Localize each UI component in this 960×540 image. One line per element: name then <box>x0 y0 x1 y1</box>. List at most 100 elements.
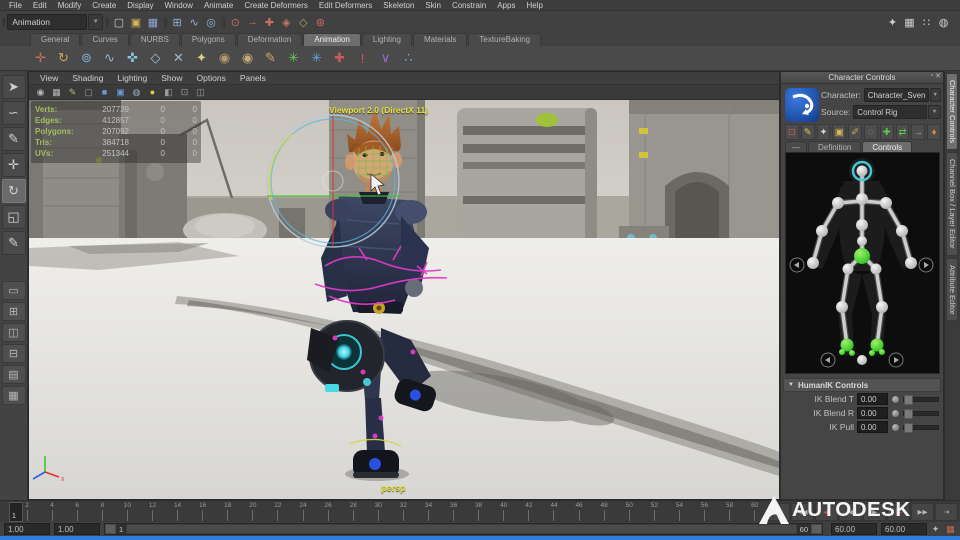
frame-tick[interactable]: 34 <box>424 502 434 522</box>
field-slider[interactable] <box>903 408 939 419</box>
shelf-icon[interactable]: ✛ <box>30 48 51 69</box>
menu-item[interactable]: Skin <box>420 1 446 10</box>
frame-tick[interactable]: 46 <box>574 502 584 522</box>
status-icon[interactable]: ◍ <box>935 14 952 31</box>
character-toolbar-icon[interactable]: ✦ <box>816 124 831 140</box>
menu-item[interactable]: Edit <box>28 1 52 10</box>
shelf-icon[interactable]: ✦ <box>191 48 212 69</box>
source-dropdown-arrow-icon[interactable]: ▼ <box>928 105 941 119</box>
frame-tick[interactable]: 50 <box>624 502 634 522</box>
character-toolbar-icon[interactable]: ◌ <box>863 124 878 140</box>
grip-handle[interactable]: || <box>0 17 7 28</box>
shelf-icon[interactable]: ! <box>352 48 373 69</box>
shelf-icon[interactable]: ✜ <box>122 48 143 69</box>
character-toolbar-icon[interactable]: ✐ <box>848 124 862 140</box>
viewport-menu-item[interactable]: Show <box>154 73 189 83</box>
viewport-panel[interactable]: View Shading Lighting Show Options Panels ◉ ▦ ✎… <box>28 71 780 500</box>
menu-item[interactable]: Create <box>87 1 121 10</box>
playback-button[interactable]: ⇥ <box>935 503 958 521</box>
frame-tick[interactable]: 38 <box>474 502 484 522</box>
character-toolbar-icon[interactable]: → <box>911 124 926 140</box>
sidebar-vertical-tab[interactable]: Character Controls <box>946 73 958 150</box>
viewport-toolbar-icon[interactable]: ⊡ <box>177 86 192 99</box>
frame-tick[interactable]: 4 <box>47 502 57 522</box>
frame-tick[interactable]: 12 <box>147 502 157 522</box>
close-icon[interactable]: ✕ <box>935 72 941 80</box>
layout-button[interactable]: ⊟ <box>1 344 26 363</box>
menu-item[interactable]: Window <box>160 1 198 10</box>
frame-tick[interactable]: 48 <box>599 502 609 522</box>
menu-item[interactable]: Edit Deformers <box>314 1 377 10</box>
viewport-toolbar-icon[interactable]: ◫ <box>193 86 208 99</box>
viewport-menu-item[interactable]: Shading <box>65 73 110 83</box>
source-dropdown[interactable]: Control Rig <box>853 105 928 119</box>
frame-tick[interactable]: 10 <box>122 502 132 522</box>
shelf-tab[interactable]: Deformation <box>236 33 303 46</box>
playback-button[interactable]: ◀◀ <box>791 503 814 521</box>
shelf-tab[interactable]: TextureBaking <box>468 33 542 46</box>
menu-item[interactable]: Display <box>122 1 158 10</box>
status-icon[interactable]: ▦ <box>901 14 918 31</box>
status-icon[interactable]: ✦ <box>884 14 901 31</box>
snap-icon[interactable]: ⊞ <box>169 14 186 31</box>
sidebar-vertical-tab[interactable]: Channel Box / Layer Editor <box>946 151 958 256</box>
shelf-icon[interactable]: ✳ <box>283 48 304 69</box>
shelf-tab[interactable]: Polygons <box>180 33 236 46</box>
shelf-icon[interactable]: ◇ <box>145 48 166 69</box>
collapse-arrow-icon[interactable]: ▼ <box>788 382 794 388</box>
viewport-scene[interactable]: x z Verts:207739 00 Edges:412857 00 Poly… <box>29 100 779 499</box>
frame-tick[interactable]: 36 <box>449 502 459 522</box>
frame-tick[interactable]: 58 <box>725 502 735 522</box>
history-icon[interactable]: ◇ <box>295 14 312 31</box>
shelf-tab[interactable]: NURBS <box>129 33 180 46</box>
snap-icon[interactable]: ◎ <box>203 14 220 31</box>
viewport-toolbar-icon[interactable]: ▣ <box>113 86 128 99</box>
menu-item[interactable]: Animate <box>199 1 238 10</box>
shelf-icon[interactable]: ∿ <box>99 48 120 69</box>
layout-button[interactable]: ◫ <box>1 323 26 342</box>
body-part-selector[interactable] <box>785 152 940 374</box>
field-value-input[interactable]: 0.00 <box>857 407 888 419</box>
current-frame-indicator[interactable]: 1 <box>9 502 23 522</box>
frame-tick[interactable]: 22 <box>273 502 283 522</box>
viewport-toolbar-icon[interactable]: ✎ <box>65 86 80 99</box>
menu-item[interactable]: File <box>4 1 27 10</box>
viewport-toolbar-icon[interactable]: ▢ <box>81 86 96 99</box>
anim-preferences-icon[interactable]: ▦ <box>944 523 957 535</box>
field-value-input[interactable]: 0.00 <box>857 393 888 405</box>
shelf-icon[interactable]: ◉ <box>237 48 258 69</box>
character-toolbar-icon[interactable]: ♦ <box>927 124 941 140</box>
character-toolbar-icon[interactable]: ⊡ <box>785 124 799 140</box>
menu-item[interactable]: Modify <box>53 1 87 10</box>
field-value-input[interactable]: 0.00 <box>857 421 888 433</box>
frame-tick[interactable]: 18 <box>223 502 233 522</box>
layout-button[interactable]: ▦ <box>1 386 26 405</box>
frame-tick[interactable]: 42 <box>524 502 534 522</box>
toolbox-tool[interactable]: ✎ <box>1 127 26 151</box>
time-slider[interactable]: 2 4 6 8 10 12 14 16 18 20 22 24 26 28 30 32 34 36 38 40 42 44… <box>0 500 960 522</box>
toolbox-tool[interactable]: ◱ <box>1 205 26 229</box>
character-dropdown-arrow-icon[interactable]: ▼ <box>929 88 941 102</box>
layout-button[interactable]: ▤ <box>1 365 26 384</box>
shelf-icon[interactable]: ✳ <box>306 48 327 69</box>
float-icon[interactable]: ▫ <box>931 72 933 80</box>
viewport-toolbar-icon[interactable]: ◧ <box>161 86 176 99</box>
character-toolbar-icon[interactable]: ⇄ <box>895 124 910 140</box>
viewport-toolbar-icon[interactable]: ■ <box>97 86 112 99</box>
frame-tick[interactable]: 2 <box>22 502 32 522</box>
viewport-toolbar-icon[interactable]: ● <box>145 86 160 99</box>
file-icon[interactable]: ▢ <box>110 14 127 31</box>
shelf-icon[interactable]: ✕ <box>168 48 189 69</box>
playback-button[interactable]: |▶ <box>887 503 910 521</box>
viewport-menu-item[interactable]: Lighting <box>110 73 154 83</box>
shelf-icon[interactable]: ∴ <box>398 48 419 69</box>
snap-icon[interactable]: ∿ <box>186 14 203 31</box>
frame-tick[interactable]: 56 <box>700 502 710 522</box>
range-start-handle[interactable] <box>105 524 116 534</box>
viewport-menu-item[interactable]: Options <box>190 73 233 83</box>
toolbox-tool[interactable]: ∽ <box>1 101 26 125</box>
frame-tick[interactable]: 54 <box>674 502 684 522</box>
shelf-icon[interactable]: ↻ <box>53 48 74 69</box>
history-icon[interactable]: ✚ <box>261 14 278 31</box>
file-icon[interactable]: ▣ <box>127 14 144 31</box>
